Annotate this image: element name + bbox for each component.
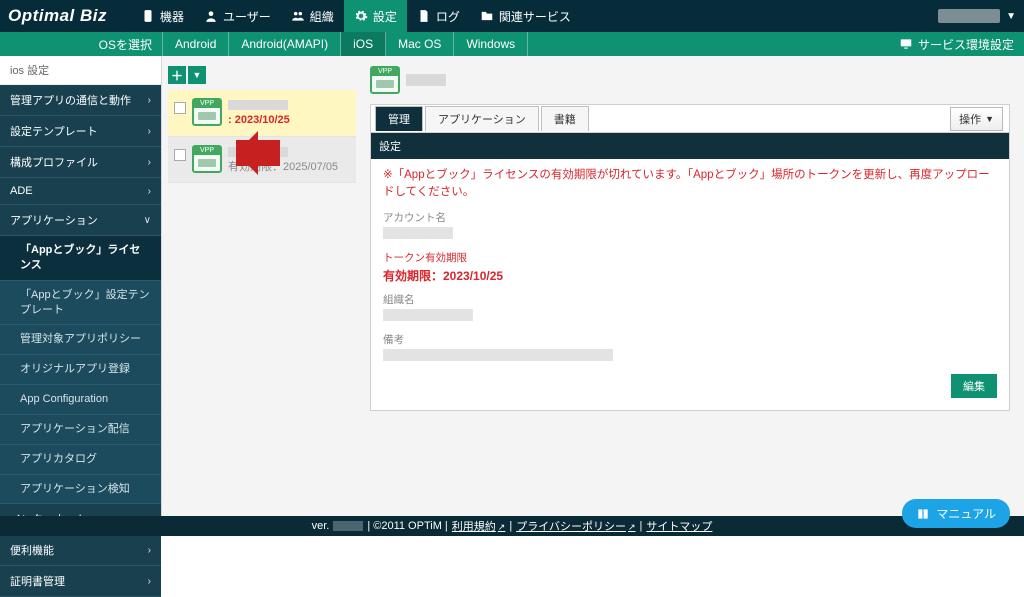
account-value	[383, 227, 453, 239]
os-tab-macos[interactable]: Mac OS	[386, 32, 454, 56]
org-label: 組織名	[383, 292, 997, 307]
footer: ver. | ©2011 OPTiM | 利用規約↗ | プライバシーポリシー↗…	[0, 516, 1024, 536]
os-tab-androidamapi[interactable]: Android(AMAPI)	[229, 32, 341, 56]
vpp-icon	[370, 66, 400, 94]
manual-button[interactable]: マニュアル	[902, 499, 1010, 528]
sidebar-item[interactable]: 「Appとブック」ライセンス	[0, 236, 161, 281]
token-expiry-label: トークン有効期限	[383, 250, 997, 265]
user-menu-caret[interactable]: ▼	[1006, 11, 1016, 22]
sidebar-item[interactable]: 設定テンプレート›	[0, 116, 161, 147]
account-label: アカウント名	[383, 210, 997, 225]
sidebar-title: ios 設定	[0, 56, 161, 85]
detail-tab[interactable]: 管理	[375, 106, 423, 131]
sidebar-item[interactable]: アプリケーション検知	[0, 475, 161, 505]
user-chip[interactable]	[938, 9, 1000, 23]
sidebar-item[interactable]: アプリカタログ	[0, 445, 161, 475]
sidebar-item[interactable]: 証明書管理›	[0, 566, 161, 597]
org-value	[383, 309, 473, 321]
sidebar-item[interactable]: App Configuration	[0, 385, 161, 415]
callout-arrow	[236, 140, 280, 166]
footer-link-privacy[interactable]: プライバシーポリシー↗	[516, 518, 635, 534]
add-button[interactable]: ＋	[168, 66, 186, 84]
os-select-label: OSを選択	[0, 36, 162, 53]
sidebar-item[interactable]: オリジナルアプリ登録	[0, 355, 161, 385]
os-tab-ios[interactable]: iOS	[341, 32, 386, 56]
service-env-settings[interactable]: サービス環境設定	[899, 36, 1024, 53]
nav-doc[interactable]: ログ	[407, 0, 470, 32]
license-name-placeholder	[406, 74, 446, 86]
vpp-icon	[192, 98, 222, 126]
sidebar-item[interactable]: 便利機能›	[0, 535, 161, 566]
license-row[interactable]: : 2023/10/25	[168, 90, 356, 137]
nav-user[interactable]: ユーザー	[194, 0, 281, 32]
expiry-warning: ※「Appとブック」ライセンスの有効期限が切れています。「Appとブック」場所の…	[383, 167, 997, 202]
os-tab-windows[interactable]: Windows	[454, 32, 528, 56]
sidebar-item[interactable]: アプリケーション配信	[0, 415, 161, 445]
sidebar-item[interactable]: 「Appとブック」設定テンプレート	[0, 281, 161, 326]
sidebar-item[interactable]: 構成プロファイル›	[0, 147, 161, 178]
sidebar-item[interactable]: 管理アプリの通信と動作›	[0, 85, 161, 116]
brand-logo: Optimal Biz	[8, 6, 131, 26]
row-checkbox[interactable]	[174, 149, 186, 161]
detail-tab[interactable]: アプリケーション	[425, 106, 539, 131]
operations-menu[interactable]: 操作▼	[950, 107, 1003, 131]
note-label: 備考	[383, 332, 997, 347]
panel-title: 設定	[371, 133, 1009, 159]
edit-button[interactable]: 編集	[951, 374, 997, 398]
nav-gear[interactable]: 設定	[344, 0, 407, 32]
nav-group[interactable]: 組織	[281, 0, 344, 32]
detail-tab[interactable]: 書籍	[541, 106, 589, 131]
footer-link-sitemap[interactable]: サイトマップ	[646, 518, 712, 534]
sidebar-item[interactable]: 管理対象アプリポリシー	[0, 325, 161, 355]
os-tab-android[interactable]: Android	[163, 32, 229, 56]
token-expiry-value: 有効期限：2023/10/25	[383, 267, 997, 284]
nav-folder[interactable]: 関連サービス	[470, 0, 581, 32]
row-checkbox[interactable]	[174, 102, 186, 114]
add-menu-button[interactable]: ▼	[188, 66, 206, 84]
nav-device[interactable]: 機器	[131, 0, 194, 32]
note-value	[383, 349, 613, 361]
sidebar-item[interactable]: ADE›	[0, 178, 161, 205]
sidebar-item[interactable]: アプリケーション∨	[0, 205, 161, 236]
footer-link-terms[interactable]: 利用規約↗	[452, 518, 506, 534]
